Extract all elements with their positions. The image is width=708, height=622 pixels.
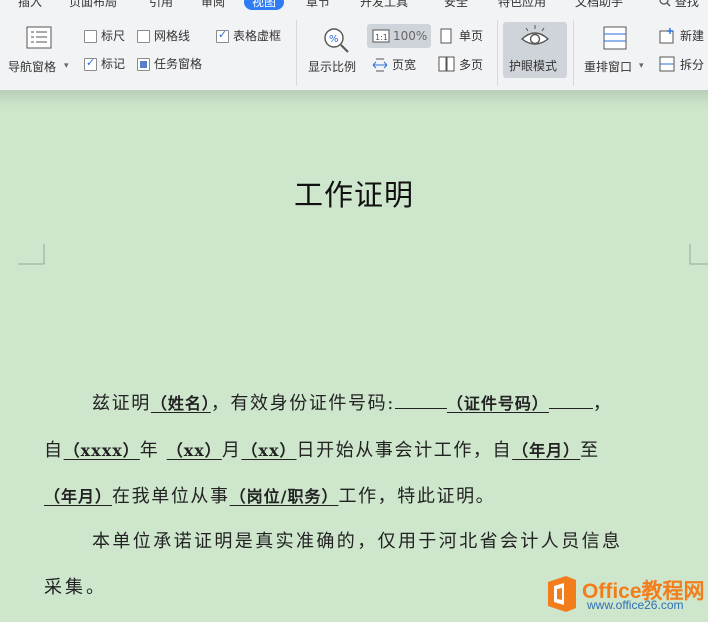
ribbon-tabs: 插入 页面布局 引用 审阅 视图 章节 开发工具 安全 特色应用 文档助手 查找 xyxy=(0,0,708,10)
svg-text:1:1: 1:1 xyxy=(375,33,388,42)
text-run: 月 xyxy=(221,440,242,461)
position-field: （岗位/职务） xyxy=(229,487,339,506)
one-to-one-icon: 1:1 xyxy=(372,29,390,43)
tab-references[interactable]: 引用 xyxy=(149,0,173,9)
tab-special-apps[interactable]: 特色应用 xyxy=(498,0,546,9)
name-field: （姓名） xyxy=(150,394,211,413)
tab-security[interactable]: 安全 xyxy=(444,0,468,9)
tab-doc-assistant[interactable]: 文档助手 xyxy=(575,0,623,9)
split-label: 拆分 xyxy=(680,58,705,72)
paragraph-line-3[interactable]: （年月）在我单位从事（岗位/职务）工作，特此证明。 xyxy=(44,482,495,508)
divider xyxy=(497,20,498,86)
tab-developer[interactable]: 开发工具 xyxy=(360,0,408,9)
id-blank-left xyxy=(394,392,447,409)
search-icon xyxy=(659,0,671,7)
new-window-label: 新建 xyxy=(680,29,705,43)
watermark-url: www.office26.com xyxy=(587,598,684,612)
arrange-window-icon xyxy=(603,26,627,50)
zoom-label: 显示比例 xyxy=(308,60,357,74)
ribbon-view-panel: 导航窗格 ▾ 标尺 网格线 表格虚框 标记 任务窗格 % 显示比例 1:1 10… xyxy=(0,10,708,90)
document-title[interactable]: 工作证明 xyxy=(0,172,708,214)
markup-checkbox[interactable] xyxy=(84,56,97,71)
text-run: ，有效身份证件号码: xyxy=(210,393,395,414)
text-run: 在我单位从事 xyxy=(112,486,230,507)
tab-chapter[interactable]: 章节 xyxy=(306,0,330,9)
page-width-button[interactable]: 页宽 xyxy=(370,54,430,76)
task-pane-checkbox[interactable] xyxy=(137,58,150,71)
paragraph-line-1[interactable]: 兹证明（姓名），有效身份证件号码: （证件号码） ， xyxy=(92,389,613,415)
zoom-button[interactable]: % 显示比例 xyxy=(306,24,364,80)
divider xyxy=(573,20,574,86)
new-window-icon xyxy=(659,28,674,44)
text-run: 兹证明 xyxy=(92,393,151,414)
arrange-window-label: 重排窗口 xyxy=(584,60,633,74)
paragraph-line-5[interactable]: 采集。 xyxy=(44,573,107,599)
split-icon xyxy=(659,56,675,72)
office-logo-icon xyxy=(548,576,576,612)
zoom-100-button[interactable]: 1:1 100% xyxy=(367,24,431,48)
split-button[interactable]: 拆分 xyxy=(656,54,708,76)
tab-search[interactable]: 查找 xyxy=(659,0,699,9)
table-dashed-checkbox[interactable] xyxy=(216,28,229,43)
svg-text:%: % xyxy=(329,34,339,45)
text-run: 自 xyxy=(44,440,64,461)
table-dashed-label: 表格虚框 xyxy=(233,29,282,43)
chevron-down-icon: ▾ xyxy=(64,61,69,71)
eye-icon xyxy=(520,25,550,45)
zoom-icon: % xyxy=(324,28,349,53)
nav-pane-label: 导航窗格 xyxy=(8,60,57,74)
start-month-field: （xx） xyxy=(166,441,222,460)
tab-search-label: 查找 xyxy=(674,0,699,9)
zoom-100-label: 100% xyxy=(393,29,428,43)
markup-label: 标记 xyxy=(101,57,126,71)
paragraph-line-2[interactable]: 自（xxxx）年 （xx）月（xx）日开始从事会计工作，自（年月）至 xyxy=(44,436,600,462)
text-run: 年 xyxy=(139,440,160,461)
multi-page-button[interactable]: 多页 xyxy=(437,54,493,76)
page-width-label: 页宽 xyxy=(392,58,417,72)
gridlines-checkbox[interactable] xyxy=(137,30,150,43)
task-pane-label: 任务窗格 xyxy=(154,57,203,71)
eye-mode-label: 护眼模式 xyxy=(509,59,558,73)
paragraph-line-4[interactable]: 本单位承诺证明是真实准确的，仅用于河北省会计人员信息 xyxy=(92,527,622,553)
tab-view[interactable]: 视图 xyxy=(244,0,285,10)
chevron-down-icon: ▾ xyxy=(639,61,644,71)
single-page-icon xyxy=(440,28,452,44)
margin-corner-left xyxy=(18,244,45,265)
nav-pane-icon xyxy=(26,26,52,49)
eye-mode-button[interactable]: 护眼模式 xyxy=(503,22,567,78)
new-window-button[interactable]: 新建 xyxy=(656,26,708,48)
single-page-label: 单页 xyxy=(459,29,484,43)
tab-review[interactable]: 审阅 xyxy=(201,0,225,9)
ruler-label: 标尺 xyxy=(101,29,126,43)
start-day-field: （xx） xyxy=(241,441,297,460)
text-run: 工作，特此证明。 xyxy=(338,486,496,507)
margin-corner-right xyxy=(689,244,708,265)
text-run: 至 xyxy=(580,440,600,461)
id-number-field: （证件号码） xyxy=(446,394,549,413)
divider xyxy=(296,20,297,86)
from-date-field: （年月） xyxy=(512,441,581,460)
multi-page-label: 多页 xyxy=(459,58,484,72)
tab-insert[interactable]: 插入 xyxy=(18,0,42,9)
ribbon-shadow xyxy=(0,90,708,112)
single-page-button[interactable]: 单页 xyxy=(437,26,493,48)
ruler-checkbox[interactable] xyxy=(84,30,97,43)
page-width-icon xyxy=(372,58,388,72)
text-run: ， xyxy=(592,393,613,414)
tab-page-layout[interactable]: 页面布局 xyxy=(69,0,117,9)
text-run: 日开始从事会计工作，自 xyxy=(296,440,513,461)
id-blank-right xyxy=(548,392,593,409)
start-year-field: （xxxx） xyxy=(63,441,140,460)
gridlines-label: 网格线 xyxy=(154,29,191,43)
nav-pane-button[interactable]: 导航窗格 ▾ xyxy=(6,24,72,80)
to-date-field: （年月） xyxy=(44,487,113,506)
multi-page-icon xyxy=(438,56,455,72)
arrange-window-button[interactable]: 重排窗口 ▾ xyxy=(580,24,646,80)
